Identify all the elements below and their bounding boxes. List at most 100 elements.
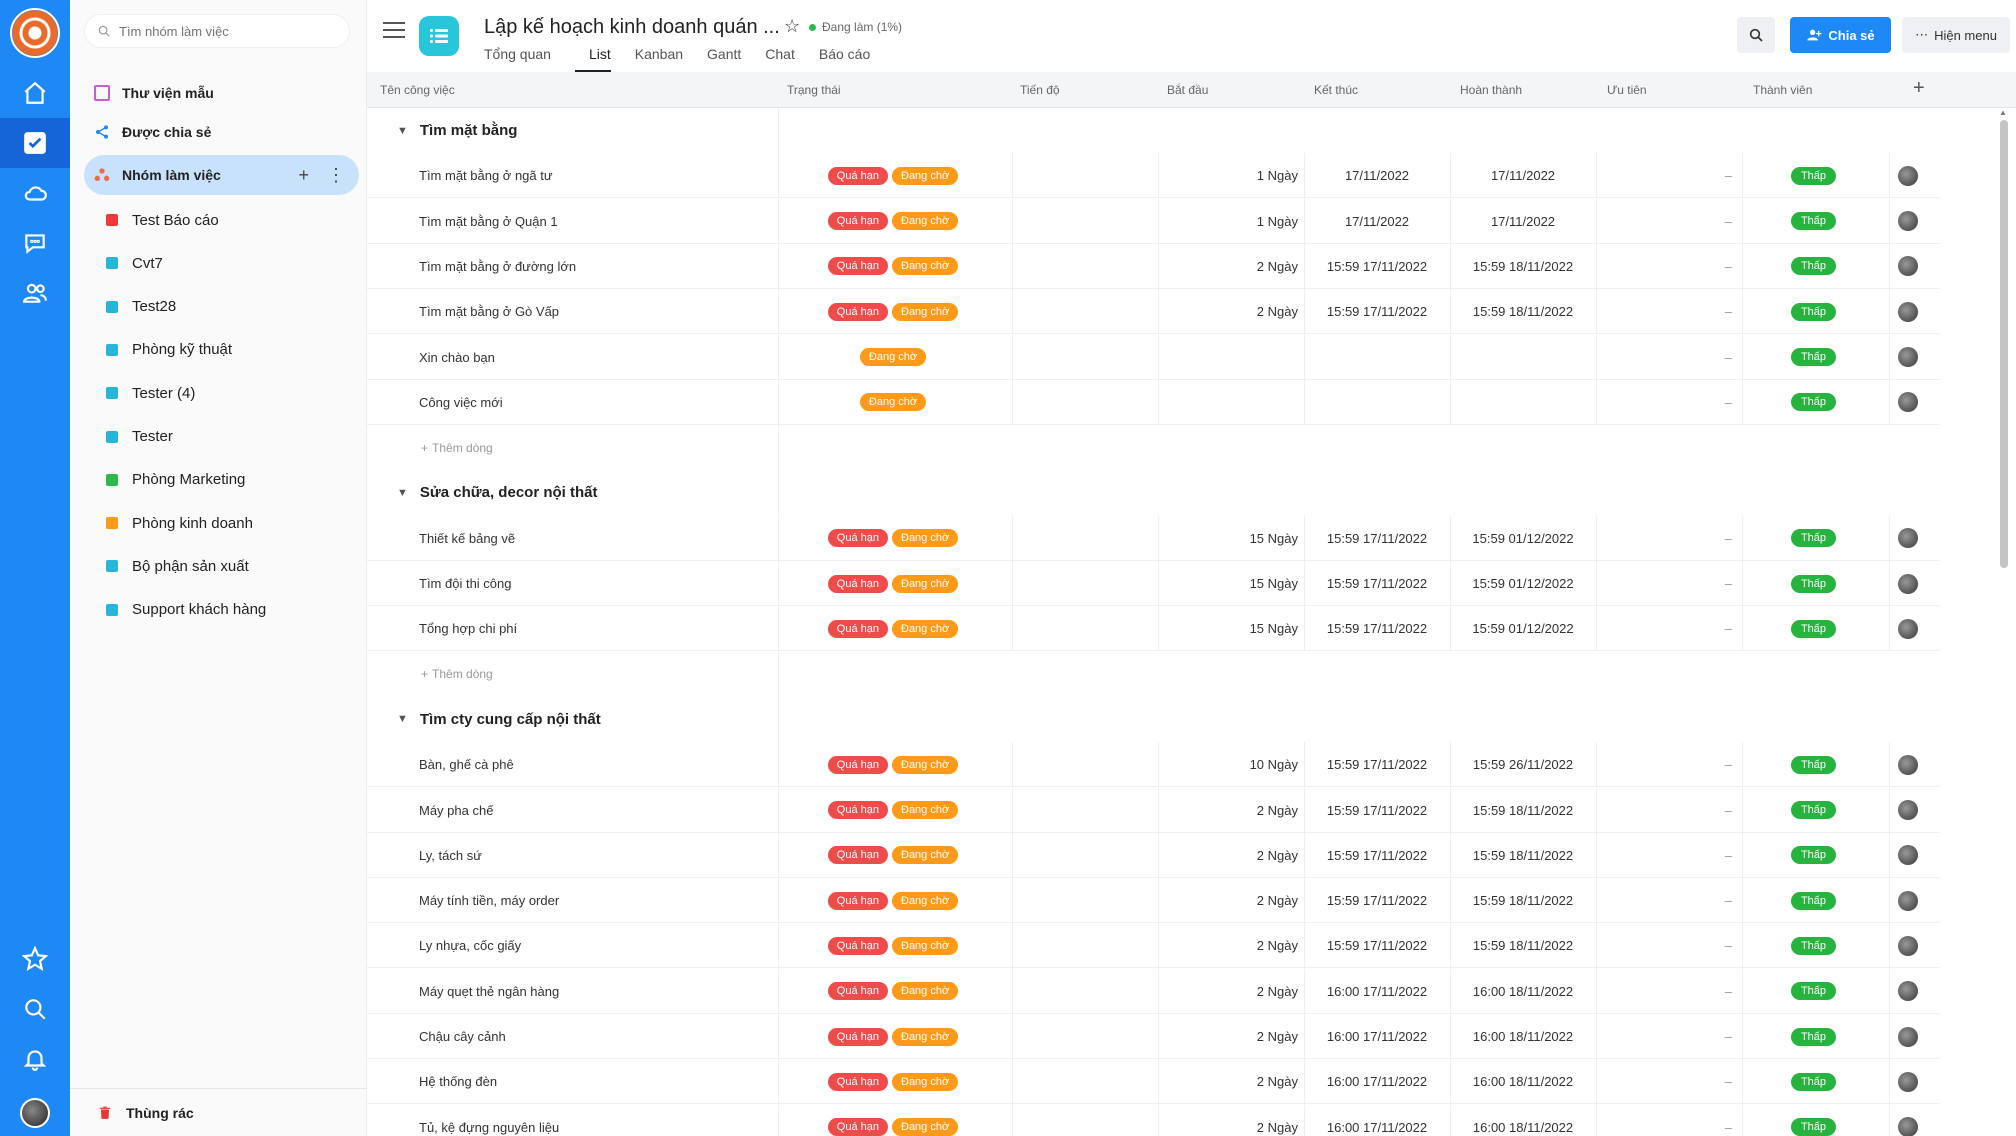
start-date-cell[interactable]: 15:59 17/11/2022 <box>1304 923 1450 968</box>
priority-cell[interactable]: Thấp <box>1742 516 1889 561</box>
start-date-cell[interactable]: 15:59 17/11/2022 <box>1304 742 1450 787</box>
status-cell[interactable]: Quá hạn Đang chờ <box>778 1014 1012 1059</box>
start-date-cell[interactable]: 15:59 17/11/2022 <box>1304 606 1450 651</box>
priority-cell[interactable]: Thấp <box>1742 380 1889 425</box>
task-name[interactable]: Bàn, ghế cà phê <box>419 742 514 787</box>
start-date-cell[interactable]: 16:00 17/11/2022 <box>1304 1059 1450 1104</box>
status-cell[interactable]: Quá hạn Đang chờ <box>778 561 1012 606</box>
status-cell[interactable]: Quá hạn Đang chờ <box>778 199 1012 244</box>
priority-cell[interactable]: Thấp <box>1742 606 1889 651</box>
start-date-cell[interactable]: 17/11/2022 <box>1304 199 1450 244</box>
sidebar-group-item[interactable]: Cvt7 <box>106 246 163 280</box>
more-options-icon[interactable]: ⋮ <box>327 165 345 186</box>
member-cell[interactable] <box>1898 153 1918 198</box>
priority-cell[interactable]: Thấp <box>1742 1014 1889 1059</box>
column-header[interactable]: Bắt đầu <box>1167 83 1208 97</box>
sidebar-group-item[interactable]: Tester (4) <box>106 376 195 410</box>
sidebar-group-item[interactable]: Phòng kinh doanh <box>106 506 253 540</box>
member-avatar[interactable] <box>1898 528 1918 549</box>
task-name[interactable]: Ly nhựa, cốc giấy <box>419 923 521 968</box>
task-name[interactable]: Tủ, kệ đựng nguyên liệu <box>419 1105 559 1136</box>
scrollbar[interactable]: ▲ <box>1998 108 2010 1136</box>
status-cell[interactable]: Quá hạn Đang chờ <box>778 1105 1012 1136</box>
tab-1[interactable]: List <box>574 46 611 72</box>
end-date-cell[interactable]: 15:59 18/11/2022 <box>1450 923 1596 968</box>
table-row[interactable]: Máy quẹt thẻ ngân hàng Quá hạn Đang chờ 2 N… <box>367 968 1939 1014</box>
member-cell[interactable] <box>1898 289 1918 334</box>
priority-cell[interactable]: Thấp <box>1742 742 1889 787</box>
priority-cell[interactable]: Thấp <box>1742 561 1889 606</box>
priority-cell[interactable]: Thấp <box>1742 878 1889 923</box>
table-row[interactable]: Công việc mới Đang chờ – Thấp <box>367 379 1939 425</box>
collapse-caret-icon[interactable]: ▼ <box>397 125 408 137</box>
add-row-button[interactable]: + Thêm dòng <box>421 652 493 697</box>
start-date-cell[interactable]: 15:59 17/11/2022 <box>1304 833 1450 878</box>
member-cell[interactable] <box>1898 606 1918 651</box>
member-cell[interactable] <box>1898 380 1918 425</box>
column-header[interactable]: Kết thúc <box>1314 83 1358 97</box>
member-avatar[interactable] <box>1898 800 1918 820</box>
sidebar-group-item[interactable]: Test28 <box>106 290 176 324</box>
start-date-cell[interactable]: 15:59 17/11/2022 <box>1304 878 1450 923</box>
member-cell[interactable] <box>1898 878 1918 923</box>
task-name[interactable]: Máy quẹt thẻ ngân hàng <box>419 969 559 1014</box>
status-cell[interactable]: Quá hạn Đang chờ <box>778 516 1012 561</box>
workgroup-search-input[interactable] <box>119 23 329 39</box>
table-row[interactable]: Tìm đội thi công Quá hạn Đang chờ 15 Ngày 15… <box>367 561 1939 606</box>
sidebar-item-trash[interactable]: Thùng rác <box>70 1088 367 1136</box>
tab-4[interactable]: Chat <box>765 46 795 72</box>
end-date-cell[interactable] <box>1450 335 1596 380</box>
table-row[interactable]: Chậu cây cảnh Quá hạn Đang chờ 2 Ngày 16:00 … <box>367 1014 1939 1059</box>
task-name[interactable]: Máy tính tiền, máy order <box>419 878 559 923</box>
start-date-cell[interactable]: 15:59 17/11/2022 <box>1304 289 1450 334</box>
sidebar-item-workgroups[interactable]: Nhóm làm việc + ⋮ <box>84 155 359 195</box>
member-cell[interactable] <box>1898 516 1918 561</box>
end-date-cell[interactable]: 15:59 18/11/2022 <box>1450 289 1596 334</box>
group-header-row[interactable]: ▼ Tìm cty cung cấp nội thất <box>367 697 601 742</box>
column-header[interactable]: Hoàn thành <box>1460 83 1522 97</box>
member-avatar[interactable] <box>1898 754 1918 775</box>
chat-icon[interactable] <box>0 218 70 268</box>
sidebar-group-item[interactable]: Support khách hàng <box>106 593 266 627</box>
priority-cell[interactable]: Thấp <box>1742 788 1889 833</box>
cloud-icon[interactable] <box>0 168 70 218</box>
task-name[interactable]: Máy pha chế <box>419 788 493 833</box>
member-avatar[interactable] <box>1898 981 1918 1002</box>
member-cell[interactable] <box>1898 969 1918 1014</box>
end-date-cell[interactable]: 17/11/2022 <box>1450 153 1596 198</box>
sidebar-group-item[interactable]: Phòng Marketing <box>106 463 245 497</box>
table-row[interactable]: Tủ, kệ đựng nguyên liệu Quá hạn Đang chờ 2 … <box>367 1104 1939 1136</box>
priority-cell[interactable]: Thấp <box>1742 833 1889 878</box>
status-cell[interactable]: Đang chờ <box>778 380 1012 425</box>
status-cell[interactable]: Đang chờ <box>778 335 1012 380</box>
start-date-cell[interactable]: 16:00 17/11/2022 <box>1304 1105 1450 1136</box>
share-button[interactable]: Chia sẻ <box>1790 17 1891 53</box>
table-row[interactable]: Hệ thống đèn Quá hạn Đang chờ 2 Ngày 16:00 1… <box>367 1059 1939 1105</box>
member-avatar[interactable] <box>1898 165 1918 186</box>
end-date-cell[interactable]: 15:59 18/11/2022 <box>1450 244 1596 289</box>
end-date-cell[interactable]: 15:59 01/12/2022 <box>1450 606 1596 651</box>
bell-icon[interactable] <box>0 1034 70 1084</box>
priority-cell[interactable]: Thấp <box>1742 244 1889 289</box>
status-cell[interactable]: Quá hạn Đang chờ <box>778 969 1012 1014</box>
task-name[interactable]: Chậu cây cảnh <box>419 1014 506 1059</box>
member-avatar[interactable] <box>1898 573 1918 594</box>
task-name[interactable]: Tìm đội thi công <box>419 561 512 606</box>
task-name[interactable]: Hệ thống đèn <box>419 1059 497 1104</box>
start-date-cell[interactable] <box>1304 335 1450 380</box>
member-cell[interactable] <box>1898 923 1918 968</box>
priority-cell[interactable]: Thấp <box>1742 289 1889 334</box>
tab-5[interactable]: Báo cáo <box>819 46 870 72</box>
member-cell[interactable] <box>1898 244 1918 289</box>
priority-cell[interactable]: Thấp <box>1742 153 1889 198</box>
sidebar-group-item[interactable]: Bộ phận sản xuất <box>106 549 249 583</box>
priority-cell[interactable]: Thấp <box>1742 1105 1889 1136</box>
table-row[interactable]: Tìm mặt bằng ở đường lớn Quá hạn Đang chờ 2… <box>367 243 1939 289</box>
status-cell[interactable]: Quá hạn Đang chờ <box>778 289 1012 334</box>
member-avatar[interactable] <box>1898 618 1918 639</box>
table-row[interactable]: Xin chào bạn Đang chờ – Thấp <box>367 334 1939 380</box>
end-date-cell[interactable]: 15:59 01/12/2022 <box>1450 516 1596 561</box>
search-icon[interactable] <box>0 984 70 1034</box>
star-icon[interactable] <box>0 934 70 984</box>
member-avatar[interactable] <box>1898 347 1918 367</box>
